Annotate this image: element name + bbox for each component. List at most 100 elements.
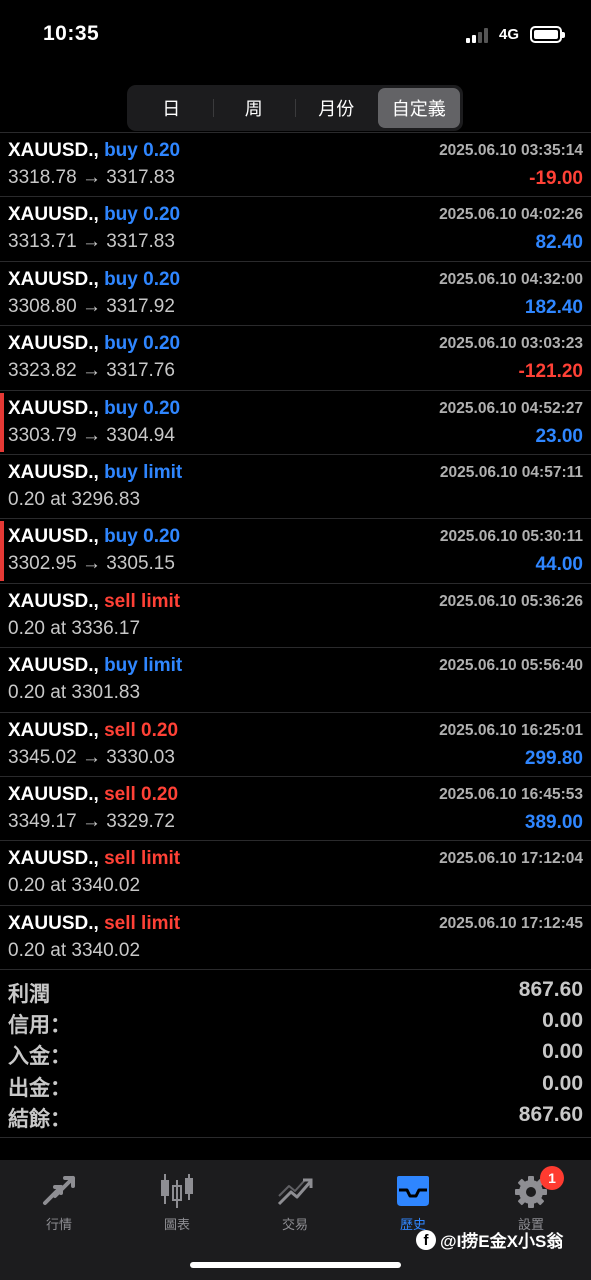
order-row[interactable]: XAUUSD., buy 0.20 2025.06.10 03:03:23 3323… (0, 326, 591, 391)
order-detail: 3349.17 → 3329.72 (8, 810, 175, 832)
order-row[interactable]: XAUUSD., buy 0.20 2025.06.10 04:02:26 3313… (0, 197, 591, 262)
order-action: buy limit (104, 655, 183, 677)
order-row[interactable]: XAUUSD., sell 0.20 2025.06.10 16:25:01 334… (0, 713, 591, 777)
symbol-text: XAUUSD., (8, 333, 99, 355)
order-row[interactable]: XAUUSD., buy 0.20 2025.06.10 04:32:00 3308… (0, 262, 591, 327)
symbol-text: XAUUSD., (8, 848, 99, 870)
order-detail: 0.20 at 3336.17 (8, 617, 141, 639)
status-bar: 10:35 4G (0, 0, 591, 70)
order-profit: -19.00 (529, 168, 583, 189)
tab-month[interactable]: 月份 (295, 88, 378, 128)
order-profit: 82.40 (535, 232, 583, 254)
order-action: buy 0.20 (104, 526, 181, 548)
tab-week[interactable]: 周 (212, 88, 296, 128)
order-profit: 23.00 (535, 425, 583, 447)
order-time: 2025.06.10 16:45:53 (439, 785, 583, 803)
symbol-text: XAUUSD., (8, 655, 99, 677)
summary-label: 信用： (8, 1014, 71, 1038)
tab-charts[interactable]: 圖表 (118, 1160, 236, 1240)
order-row[interactable]: XAUUSD., buy 0.20 2025.06.10 04:52:27 3303… (0, 391, 591, 455)
order-action: sell 0.20 (104, 783, 179, 805)
order-detail: 0.20 at 3301.83 (8, 682, 141, 704)
order-symbol: XAUUSD., buy 0.20 (8, 398, 180, 420)
summary-value: 0.00 (542, 1040, 583, 1064)
order-action: buy 0.20 (104, 140, 181, 161)
order-time: 2025.06.10 04:52:27 (439, 399, 583, 417)
order-row[interactable]: XAUUSD., sell limit 2025.06.10 05:36:26 0.… (0, 584, 591, 649)
tab-day[interactable]: 日 (130, 88, 213, 128)
order-time: 2025.06.10 16:25:01 (439, 721, 583, 739)
quotes-arrows-icon (43, 1176, 75, 1205)
order-detail: 3345.02 → 3330.03 (8, 746, 175, 768)
order-detail: 3302.95 → 3305.15 (8, 553, 175, 575)
order-symbol: XAUUSD., buy limit (8, 655, 182, 677)
order-action: buy 0.20 (104, 333, 181, 355)
notification-badge: 1 (540, 1166, 564, 1190)
order-symbol: XAUUSD., sell limit (8, 848, 180, 870)
symbol-text: XAUUSD., (8, 783, 99, 805)
order-detail: 3318.78 → 3317.83 (8, 167, 175, 188)
summary-row: 出金： 0.00 (0, 1069, 591, 1100)
home-indicator[interactable] (190, 1262, 401, 1268)
order-row[interactable]: XAUUSD., buy 0.20 2025.06.10 05:30:11 3302… (0, 519, 591, 584)
summary-label: 結餘： (8, 1107, 71, 1131)
summary-value: 0.00 (542, 1009, 583, 1033)
order-profit: 44.00 (535, 554, 583, 576)
cellular-signal-icon (466, 28, 494, 43)
order-profit: 299.80 (524, 747, 583, 769)
account-summary: 利潤 867.60 信用： 0.00 入金： 0.00 出金： 0.00 結餘： 867.60 (0, 975, 591, 1138)
order-row[interactable]: XAUUSD., sell 0.20 2025.06.10 16:45:53 334… (0, 777, 591, 842)
summary-label: 入金： (8, 1045, 71, 1069)
symbol-text: XAUUSD., (8, 590, 99, 612)
order-action: buy 0.20 (104, 397, 181, 419)
period-segmented-control: 日 周 月份 自定義 (127, 85, 463, 131)
order-action: buy 0.20 (104, 204, 181, 226)
order-time: 2025.06.10 04:32:00 (439, 270, 583, 288)
order-profit: 389.00 (524, 811, 583, 833)
order-symbol: XAUUSD., buy limit (8, 462, 182, 484)
order-detail: 3308.80 → 3317.92 (8, 295, 175, 317)
order-detail: 3303.79 → 3304.94 (8, 424, 175, 446)
symbol-text: XAUUSD., (8, 526, 99, 548)
order-action: sell limit (104, 590, 181, 612)
order-action: buy 0.20 (104, 268, 181, 290)
order-row[interactable]: XAUUSD., buy limit 2025.06.10 05:56:40 0.2… (0, 648, 591, 713)
order-row[interactable]: XAUUSD., buy 0.20 2025.06.10 03:35:14 3318… (0, 133, 591, 198)
status-time: 10:35 (43, 22, 100, 45)
symbol-text: XAUUSD., (8, 912, 99, 934)
symbol-text: XAUUSD., (8, 140, 99, 161)
summary-label: 利潤 (8, 983, 50, 1006)
order-symbol: XAUUSD., buy 0.20 (8, 140, 180, 162)
order-time: 2025.06.10 05:30:11 (439, 528, 583, 546)
symbol-text: XAUUSD., (8, 397, 99, 419)
summary-row: 結餘： 867.60 (0, 1100, 591, 1131)
trade-trend-icon (277, 1178, 313, 1206)
order-row[interactable]: XAUUSD., sell limit 2025.06.10 17:12:04 0.… (0, 841, 591, 906)
order-time: 2025.06.10 17:12:45 (439, 914, 583, 932)
order-time: 2025.06.10 05:36:26 (439, 592, 583, 610)
tab-trade-label: 交易 (281, 1217, 308, 1232)
order-symbol: XAUUSD., buy 0.20 (8, 204, 180, 226)
order-detail: 3323.82 → 3317.76 (8, 360, 175, 382)
order-symbol: XAUUSD., buy 0.20 (8, 526, 180, 548)
summary-value: 867.60 (518, 978, 583, 1001)
order-time: 2025.06.10 03:35:14 (439, 142, 583, 159)
symbol-text: XAUUSD., (8, 204, 99, 226)
summary-label: 出金： (8, 1076, 71, 1100)
order-profit: -121.20 (518, 361, 583, 383)
tab-custom[interactable]: 自定義 (377, 88, 460, 128)
symbol-text: XAUUSD., (8, 268, 99, 290)
symbol-text: XAUUSD., (8, 461, 99, 483)
summary-row: 利潤 867.60 (0, 975, 591, 1006)
network-type: 4G (499, 26, 520, 43)
order-detail: 0.20 at 3340.02 (8, 875, 141, 897)
order-row[interactable]: XAUUSD., sell limit 2025.06.10 17:12:45 0.… (0, 906, 591, 971)
tab-trade[interactable]: 交易 (236, 1160, 354, 1240)
tab-charts-label: 圖表 (163, 1217, 190, 1232)
tab-quotes[interactable]: 行情 (0, 1160, 118, 1240)
order-action: sell limit (104, 912, 181, 934)
order-row[interactable]: XAUUSD., buy limit 2025.06.10 04:57:11 0.2… (0, 455, 591, 520)
order-time: 2025.06.10 04:02:26 (439, 206, 583, 224)
order-symbol: XAUUSD., sell 0.20 (8, 784, 178, 806)
battery-icon (530, 26, 565, 43)
